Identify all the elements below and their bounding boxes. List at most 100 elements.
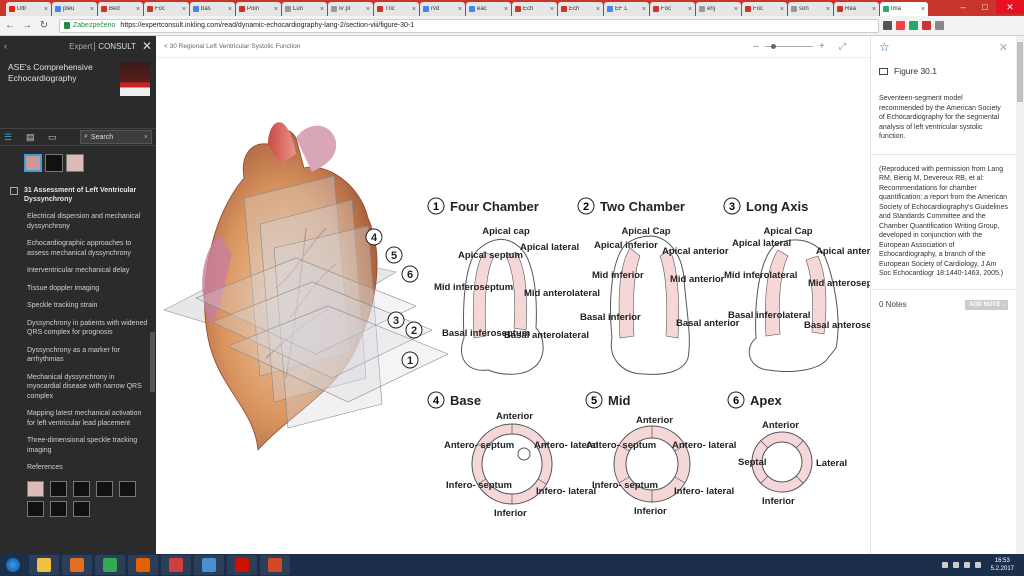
browser-tab[interactable]: Lun × — [282, 2, 327, 16]
tab-close-icon[interactable]: × — [412, 6, 416, 13]
taskbar-app-acrobat[interactable] — [227, 555, 257, 575]
browser-tab[interactable]: Foc × — [650, 2, 695, 16]
zoom-out-button[interactable]: – — [753, 41, 759, 52]
forward-button[interactable]: → — [20, 20, 34, 31]
tab-close-icon[interactable]: × — [734, 6, 738, 13]
tab-close-icon[interactable]: × — [274, 6, 278, 13]
clear-search-icon[interactable]: × — [144, 134, 148, 141]
tab-close-icon[interactable]: × — [872, 6, 876, 13]
minimize-button[interactable]: – — [952, 0, 974, 14]
toc-item[interactable]: Speckle tracking strain — [27, 301, 150, 311]
tab-close-icon[interactable]: × — [136, 6, 140, 13]
tab-close-icon[interactable]: × — [44, 6, 48, 13]
browser-tab[interactable]: eac × — [466, 2, 511, 16]
book-cover-image[interactable] — [120, 62, 150, 96]
browser-tab[interactable]: EF L × — [604, 2, 649, 16]
taskbar-app-media[interactable] — [62, 555, 92, 575]
tab-close-icon[interactable]: × — [366, 6, 370, 13]
tab-close-icon[interactable]: × — [550, 6, 554, 13]
tray-icon[interactable] — [941, 562, 948, 568]
browser-tab[interactable]: son × — [788, 2, 833, 16]
figure-thumbnail[interactable] — [45, 154, 63, 172]
zoom-slider[interactable] — [764, 44, 813, 49]
zoom-slider-handle[interactable] — [770, 44, 776, 49]
browser-tab[interactable]: Ech × — [558, 2, 603, 16]
figure-thumbnail[interactable] — [27, 500, 44, 517]
translate-icon[interactable] — [883, 21, 892, 30]
figure-thumbnail[interactable] — [119, 480, 136, 497]
page-scrollbar[interactable] — [1016, 36, 1024, 554]
toc-item[interactable]: Tissue doppler imaging — [27, 284, 150, 294]
figure-thumbnail[interactable] — [73, 480, 90, 497]
taskbar-app-firefox[interactable] — [128, 555, 158, 575]
star-icon[interactable]: ☆ — [879, 40, 890, 54]
reload-button[interactable]: ↻ — [37, 20, 51, 31]
tab-close-icon[interactable]: × — [182, 6, 186, 13]
figure-thumbnail[interactable] — [50, 480, 67, 497]
browser-tab[interactable]: Poin × — [236, 2, 281, 16]
toc-item[interactable]: Echocardiographic approaches to assess m… — [27, 239, 150, 258]
browser-tab[interactable]: rvd × — [420, 2, 465, 16]
library-back-icon[interactable]: ‹ — [4, 41, 7, 51]
tab-close-icon[interactable]: × — [921, 6, 925, 13]
tab-close-icon[interactable]: × — [504, 6, 508, 13]
toc-item[interactable]: References — [27, 463, 150, 473]
breadcrumb[interactable]: < 30 Regional Left Ventricular Systolic … — [164, 43, 300, 50]
start-button[interactable] — [0, 554, 26, 576]
extension-icon[interactable] — [922, 21, 931, 30]
close-sidebar-icon[interactable]: ✕ — [142, 39, 152, 53]
browser-tab[interactable]: Foc × — [742, 2, 787, 16]
browser-tab[interactable]: Ultr × — [6, 2, 51, 16]
tab-close-icon[interactable]: × — [458, 6, 462, 13]
network-icon[interactable] — [963, 562, 970, 568]
chapter-title[interactable]: 31 Assessment of Left Ventricular Dyssyn… — [24, 186, 150, 204]
figure-thumbnail[interactable] — [73, 500, 90, 517]
figure-thumbnail[interactable] — [96, 480, 113, 497]
taskbar-app-chrome[interactable] — [95, 555, 125, 575]
toc-icon[interactable]: ☰ — [4, 132, 26, 143]
tab-close-icon[interactable]: × — [780, 6, 784, 13]
browser-tab[interactable]: Rea × — [834, 2, 879, 16]
add-note-button[interactable]: ADD NOTE › — [965, 299, 1008, 310]
toc-item[interactable]: Dyssynchrony as a marker for arrhythmias — [27, 346, 150, 365]
toc-item[interactable]: Three-dimensional speckle tracking imagi… — [27, 436, 150, 455]
taskbar-app-powerpoint[interactable] — [260, 555, 290, 575]
extension-icon[interactable] — [909, 21, 918, 30]
figure-thumbnail[interactable] — [24, 154, 42, 172]
menu-icon[interactable] — [935, 21, 944, 30]
toc-item[interactable]: Mechanical dyssynchrony in myocardial di… — [27, 373, 150, 402]
tab-close-icon[interactable]: × — [688, 6, 692, 13]
back-button[interactable]: ← — [3, 20, 17, 31]
address-bar[interactable]: Zabezpečeno https://expertconsult.inklin… — [59, 18, 879, 33]
extension-icon[interactable] — [896, 21, 905, 30]
clock[interactable]: 16:53 5.2.2017 — [991, 557, 1014, 573]
comment-icon[interactable]: ▭ — [48, 132, 70, 143]
maximize-button[interactable]: □ — [974, 0, 996, 14]
taskbar-app-ccleaner[interactable] — [161, 555, 191, 575]
zoom-in-button[interactable]: + — [819, 41, 825, 52]
browser-tab[interactable]: ehj × — [696, 2, 741, 16]
browser-tab[interactable]: bas × — [190, 2, 235, 16]
tab-close-icon[interactable]: × — [228, 6, 232, 13]
sidebar-scrollbar[interactable] — [150, 332, 155, 392]
browser-tab[interactable]: pleu × — [52, 2, 97, 16]
fullscreen-icon[interactable]: ⤢ — [839, 41, 846, 52]
close-panel-icon[interactable]: ✕ — [999, 41, 1008, 54]
scrollbar-thumb[interactable] — [1017, 42, 1023, 102]
tab-close-icon[interactable]: × — [596, 6, 600, 13]
browser-tab[interactable]: Bed × — [98, 2, 143, 16]
browser-tab[interactable]: Foc × — [144, 2, 189, 16]
browser-tab[interactable]: Iv pl × — [328, 2, 373, 16]
tab-close-icon[interactable]: × — [826, 6, 830, 13]
tray-icon[interactable] — [952, 562, 959, 568]
tab-close-icon[interactable]: × — [90, 6, 94, 13]
toc-item[interactable]: Mapping latest mechanical activation for… — [27, 409, 150, 428]
toc-item[interactable]: Interventricular mechanical delay — [27, 266, 150, 276]
search-input[interactable]: ⌕ Search × — [80, 130, 152, 144]
taskbar-app-explorer[interactable] — [29, 555, 59, 575]
volume-icon[interactable] — [974, 562, 981, 568]
notebook-icon[interactable]: ▤ — [26, 132, 48, 143]
figure-thumbnail[interactable] — [50, 500, 67, 517]
browser-tab[interactable]: Ech × — [512, 2, 557, 16]
taskbar-app-files[interactable] — [194, 555, 224, 575]
